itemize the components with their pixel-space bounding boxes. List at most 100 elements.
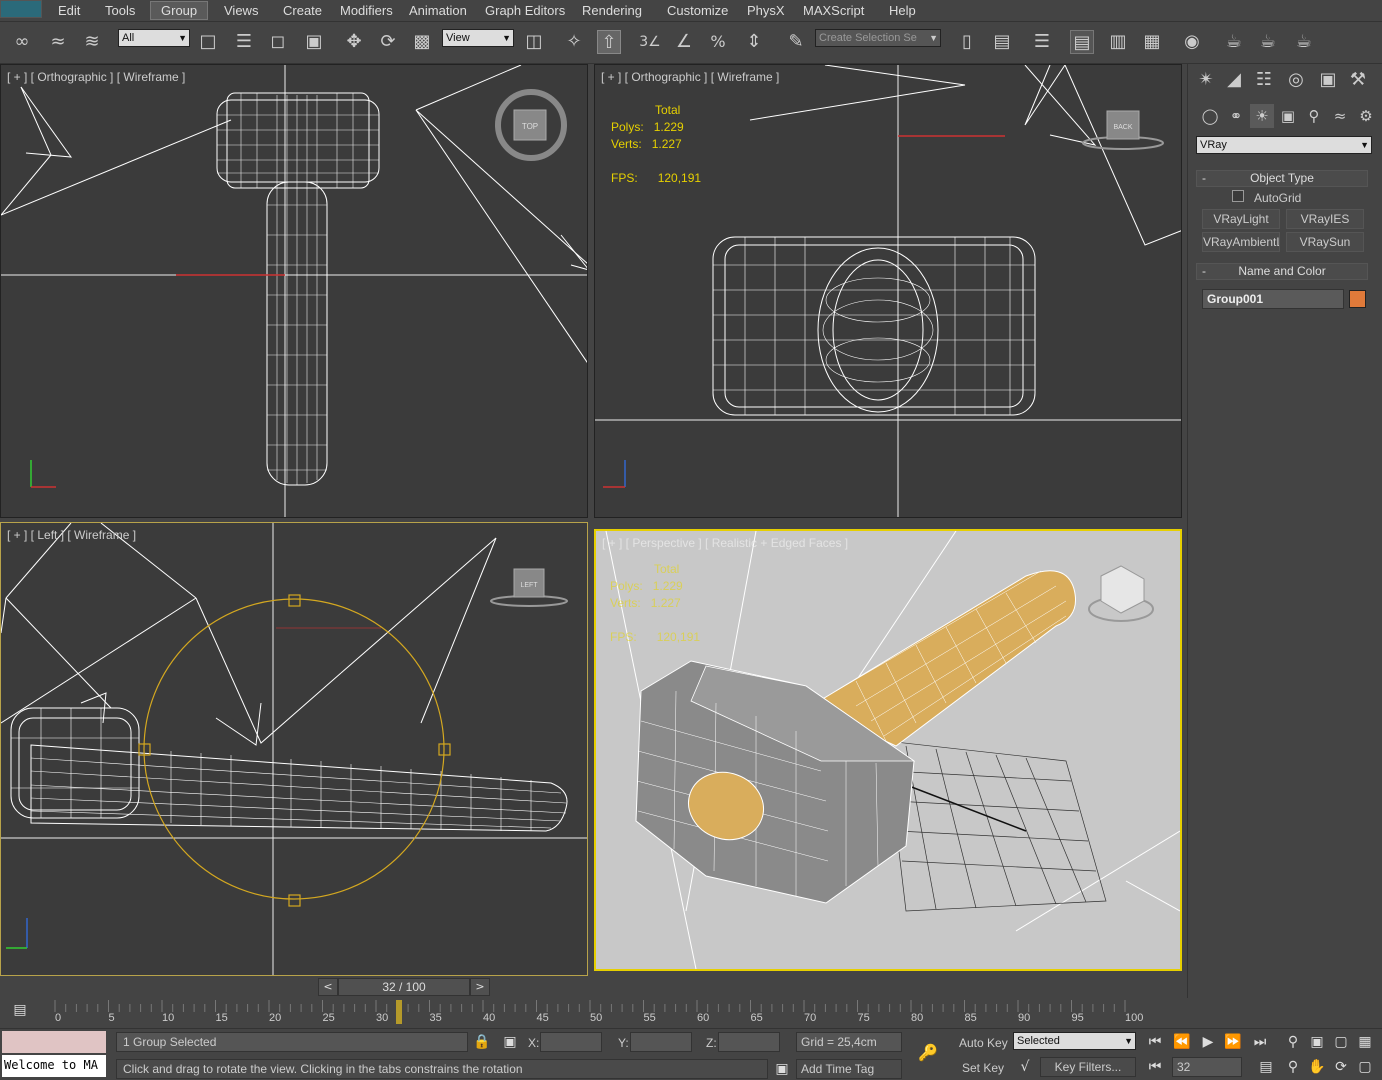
viewport-left[interactable]: LEFT [ + ] [ Left ] [ Wireframe ] bbox=[0, 522, 588, 976]
rendered-frame-icon[interactable]: ☕ bbox=[1256, 30, 1280, 54]
scene-explorer-icon[interactable]: ▤ bbox=[1070, 30, 1094, 54]
time-slider-thumb[interactable]: 32 / 100 bbox=[338, 978, 470, 996]
helpers-icon[interactable]: ⚲ bbox=[1302, 104, 1326, 128]
x-coord-field[interactable] bbox=[540, 1032, 602, 1052]
name-color-rollout[interactable]: - Name and Color bbox=[1196, 263, 1368, 280]
keyboard-shortcut-icon[interactable]: ⇧ bbox=[597, 30, 621, 54]
link-icon[interactable]: ∞ bbox=[10, 30, 34, 54]
app-logo-button[interactable] bbox=[0, 0, 42, 18]
rotate-icon[interactable]: ⟳ bbox=[376, 30, 400, 54]
menu-create[interactable]: Create bbox=[283, 3, 322, 18]
time-config-icon[interactable]: ▤ bbox=[1256, 1057, 1276, 1077]
lock-selection-icon[interactable]: 🔒 bbox=[472, 1032, 492, 1052]
menu-physx[interactable]: PhysX bbox=[747, 3, 785, 18]
menu-edit[interactable]: Edit bbox=[58, 3, 80, 18]
shapes-icon[interactable]: ⚭ bbox=[1224, 104, 1248, 128]
key-mode-dropdown[interactable]: Selected ▼ bbox=[1013, 1032, 1136, 1050]
pivot-center-icon[interactable]: ◫ bbox=[522, 30, 546, 54]
maximize-viewport-icon[interactable]: ▢ bbox=[1355, 1057, 1375, 1077]
goto-end-icon[interactable]: ⏭ bbox=[1250, 1032, 1270, 1052]
select-by-name-icon[interactable]: ☰ bbox=[232, 30, 256, 54]
spinner-snap-icon[interactable]: ⇕ bbox=[742, 30, 766, 54]
material-editor-icon[interactable]: ◉ bbox=[1180, 30, 1204, 54]
pan-view-icon[interactable]: ✋ bbox=[1307, 1057, 1327, 1077]
lights-icon[interactable]: ☀ bbox=[1250, 104, 1274, 128]
viewport-perspective-label[interactable]: [ + ] [ Perspective ] [ Realistic + Edge… bbox=[602, 536, 848, 550]
display-tab-icon[interactable]: ▣ bbox=[1316, 68, 1340, 92]
viewport-top[interactable]: TOP [ + ] [ Orthographic ] [ Wireframe ] bbox=[0, 64, 588, 518]
named-selection-dropdown[interactable]: Create Selection Se ▼ bbox=[815, 29, 941, 47]
viewport-top-label[interactable]: [ + ] [ Orthographic ] [ Wireframe ] bbox=[7, 70, 185, 84]
zoom-all-icon[interactable]: ▣ bbox=[1307, 1032, 1327, 1052]
track-bar[interactable]: ▤ 0 5 10 15 20 25 30 35 40 45 50 55 60 65 70 75 80 85 90 95… bbox=[0, 998, 1187, 1026]
align-icon[interactable]: ▤ bbox=[990, 30, 1014, 54]
menu-modifiers[interactable]: Modifiers bbox=[340, 3, 393, 18]
window-crossing-icon[interactable]: ▣ bbox=[302, 30, 326, 54]
menu-tools[interactable]: Tools bbox=[105, 3, 135, 18]
geometry-icon[interactable]: ◯ bbox=[1198, 104, 1222, 128]
time-tag-icon[interactable]: ▣ bbox=[772, 1059, 792, 1079]
curve-editor-icon[interactable]: ▥ bbox=[1106, 30, 1130, 54]
renderer-category-dropdown[interactable]: VRay ▼ bbox=[1196, 136, 1372, 154]
zoom-extents-icon[interactable]: ▢ bbox=[1331, 1032, 1351, 1052]
add-time-tag-button[interactable]: Add Time Tag bbox=[796, 1059, 902, 1079]
set-key-button[interactable]: Set Key bbox=[962, 1061, 1004, 1075]
render-production-icon[interactable]: ☕ bbox=[1292, 30, 1316, 54]
goto-start-icon[interactable]: ⏮ bbox=[1145, 1032, 1165, 1052]
edit-named-selection-icon[interactable]: ✎ bbox=[784, 30, 808, 54]
render-setup-icon[interactable]: ☕ bbox=[1222, 30, 1246, 54]
menu-rendering[interactable]: Rendering bbox=[582, 3, 642, 18]
select-object-icon[interactable]: □ bbox=[196, 30, 220, 54]
maxscript-listener-mini[interactable] bbox=[2, 1031, 106, 1053]
key-tangent-icon[interactable]: √ bbox=[1015, 1057, 1035, 1077]
current-frame-field[interactable]: 32 bbox=[1172, 1057, 1242, 1077]
play-icon[interactable]: ▶ bbox=[1198, 1032, 1218, 1052]
field-of-view-icon[interactable]: ⚲ bbox=[1283, 1057, 1303, 1077]
viewport-front[interactable]: BACK [ + ] [ Orthographic ] [ Wireframe … bbox=[594, 64, 1182, 518]
viewport-left-label[interactable]: [ + ] [ Left ] [ Wireframe ] bbox=[7, 528, 136, 542]
viewport-perspective[interactable]: [ + ] [ Perspective ] [ Realistic + Edge… bbox=[594, 529, 1182, 971]
motion-tab-icon[interactable]: ◎ bbox=[1284, 68, 1308, 92]
spacewarps-icon[interactable]: ≈ bbox=[1328, 104, 1352, 128]
hierarchy-tab-icon[interactable]: ☷ bbox=[1252, 68, 1276, 92]
cameras-icon[interactable]: ▣ bbox=[1276, 104, 1300, 128]
object-color-swatch[interactable] bbox=[1349, 290, 1366, 308]
angle-snap-icon[interactable]: ∠ bbox=[672, 30, 696, 54]
systems-icon[interactable]: ⚙ bbox=[1354, 104, 1378, 128]
ref-coord-dropdown[interactable]: View ▼ bbox=[442, 29, 514, 47]
bind-spacewarp-icon[interactable]: ≋ bbox=[80, 30, 104, 54]
menu-graph-editors[interactable]: Graph Editors bbox=[485, 3, 565, 18]
zoom-icon[interactable]: ⚲ bbox=[1283, 1032, 1303, 1052]
viewport-front-label[interactable]: [ + ] [ Orthographic ] [ Wireframe ] bbox=[601, 70, 779, 84]
object-name-field[interactable]: Group001 bbox=[1202, 289, 1344, 309]
menu-views[interactable]: Views bbox=[224, 3, 258, 18]
vrayies-button[interactable]: VRayIES bbox=[1286, 209, 1364, 229]
set-key-icon[interactable]: 🔑 bbox=[918, 1043, 938, 1063]
prev-key-icon[interactable]: ⏪ bbox=[1172, 1032, 1192, 1052]
prev-frame-button[interactable]: < bbox=[318, 978, 338, 996]
menu-help[interactable]: Help bbox=[889, 3, 916, 18]
vraysun-button[interactable]: VRaySun bbox=[1286, 232, 1364, 252]
move-icon[interactable]: ✥ bbox=[342, 30, 366, 54]
select-manipulate-icon[interactable]: ✧ bbox=[562, 30, 586, 54]
menu-maxscript[interactable]: MAXScript bbox=[803, 3, 864, 18]
next-frame-button[interactable]: > bbox=[470, 978, 490, 996]
scale-icon[interactable]: ▩ bbox=[410, 30, 434, 54]
create-tab-icon[interactable]: ✴ bbox=[1194, 68, 1218, 92]
key-mode-toggle-icon[interactable]: ⏮ bbox=[1145, 1057, 1165, 1077]
menu-group[interactable]: Group bbox=[150, 1, 209, 20]
orbit-icon[interactable]: ⟳ bbox=[1331, 1057, 1351, 1077]
auto-key-button[interactable]: Auto Key bbox=[959, 1036, 1008, 1050]
selection-filter-dropdown[interactable]: All ▼ bbox=[118, 29, 190, 47]
menu-animation[interactable]: Animation bbox=[409, 3, 467, 18]
percent-snap-icon[interactable]: % bbox=[706, 30, 730, 54]
absolute-mode-icon[interactable]: ▣ bbox=[500, 1032, 520, 1052]
z-coord-field[interactable] bbox=[718, 1032, 780, 1052]
maxscript-input[interactable]: Welcome to MA bbox=[2, 1055, 106, 1077]
rect-selection-icon[interactable]: ◻ bbox=[266, 30, 290, 54]
unlink-icon[interactable]: ≈ bbox=[46, 30, 70, 54]
next-key-icon[interactable]: ⏩ bbox=[1223, 1032, 1243, 1052]
menu-customize[interactable]: Customize bbox=[667, 3, 728, 18]
y-coord-field[interactable] bbox=[630, 1032, 692, 1052]
layer-manager-icon[interactable]: ☰ bbox=[1030, 30, 1054, 54]
